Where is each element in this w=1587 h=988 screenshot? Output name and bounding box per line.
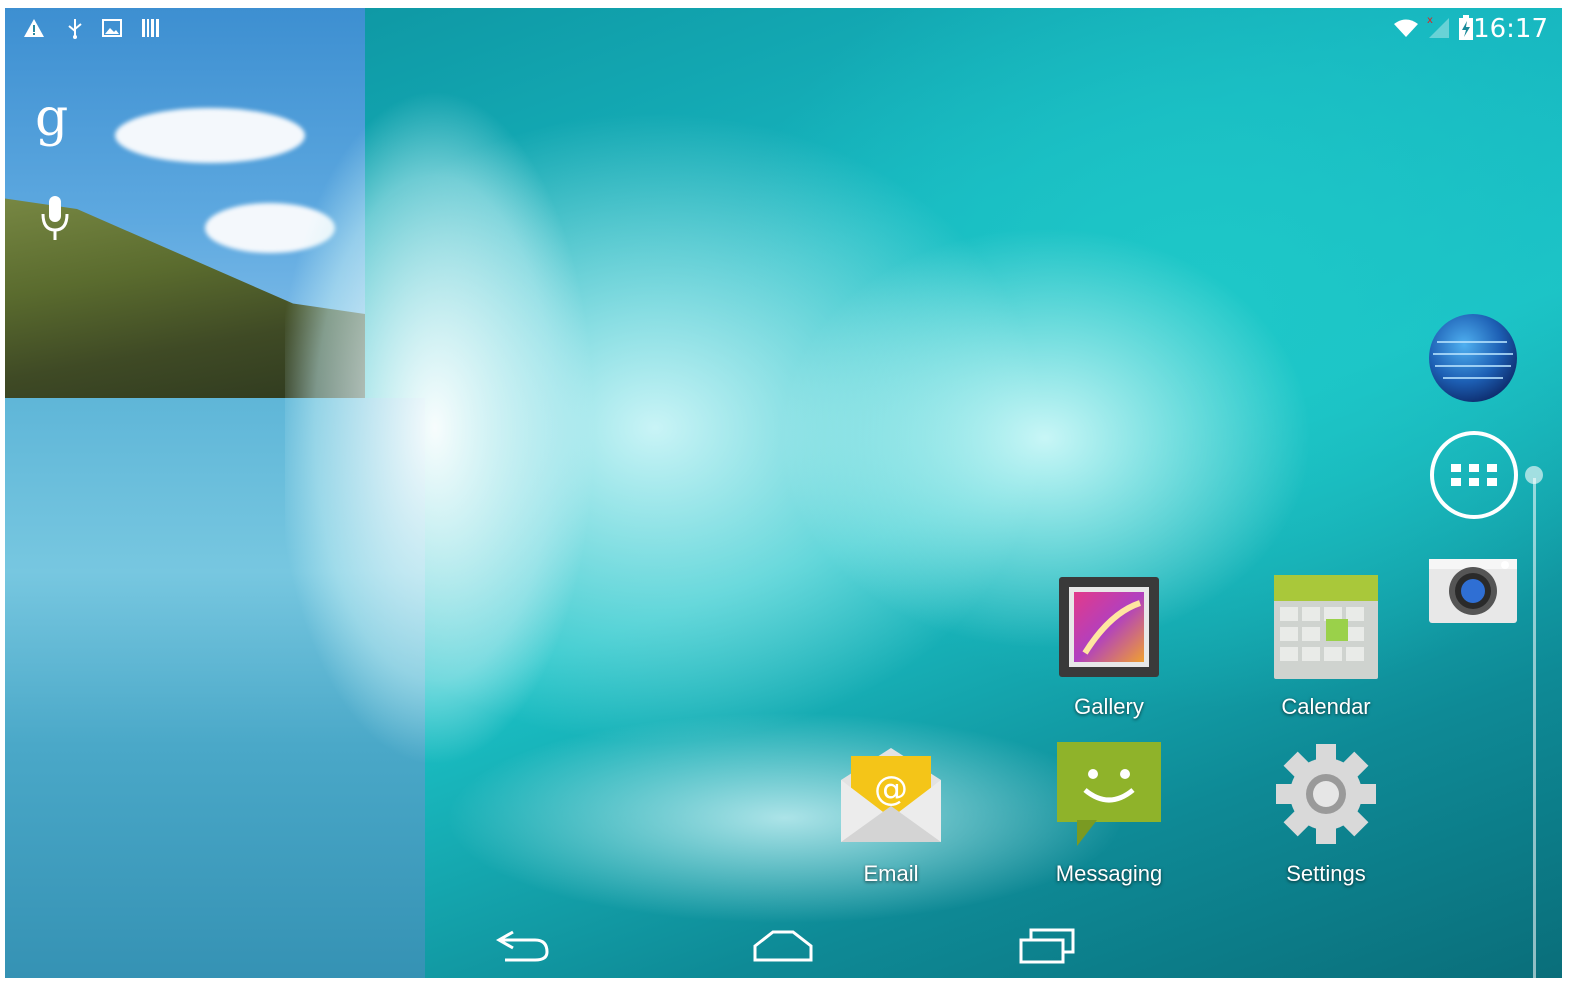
- google-search-button[interactable]: g: [35, 88, 68, 148]
- browser-globe-icon[interactable]: [1427, 312, 1519, 404]
- app-label-calendar: Calendar: [1281, 694, 1371, 719]
- app-label-messaging: Messaging: [1055, 861, 1163, 886]
- battery-charging-icon: [1459, 15, 1473, 40]
- email-icon: @: [841, 748, 941, 842]
- messaging-icon: [1057, 742, 1161, 846]
- home-screen: x 16:17 g Gallery Calendar @ Email Messa…: [5, 8, 1562, 978]
- app-label-email: Email: [863, 861, 919, 886]
- app-label-gallery: Gallery: [1074, 694, 1144, 719]
- status-clock: 16:17: [1473, 14, 1548, 44]
- app-gallery[interactable]: Gallery: [1044, 573, 1174, 720]
- gallery-icon: [1059, 577, 1159, 677]
- calendar-icon: [1274, 575, 1378, 679]
- page-indicator-thumb[interactable]: [1525, 466, 1543, 484]
- settings-icon: [1276, 744, 1376, 844]
- app-messaging[interactable]: Messaging: [1044, 740, 1174, 887]
- svg-text:x: x: [1427, 15, 1433, 26]
- all-apps-icon[interactable]: [1429, 430, 1519, 520]
- app-calendar[interactable]: Calendar: [1261, 573, 1391, 720]
- back-icon[interactable]: [491, 926, 551, 966]
- app-email[interactable]: @ Email: [826, 740, 956, 887]
- app-label-settings: Settings: [1286, 861, 1366, 886]
- mic-icon[interactable]: [37, 194, 73, 244]
- camera-icon[interactable]: [1427, 553, 1519, 625]
- warning-icon[interactable]: [23, 18, 45, 38]
- wifi-icon: [1394, 19, 1418, 37]
- home-icon[interactable]: [753, 926, 813, 966]
- usb-icon[interactable]: [65, 17, 85, 39]
- barcode-icon[interactable]: [141, 18, 161, 38]
- recents-icon[interactable]: [1017, 926, 1077, 966]
- app-settings[interactable]: Settings: [1261, 740, 1391, 887]
- page-indicator-track: [1533, 478, 1536, 978]
- image-notification-icon[interactable]: [102, 19, 122, 37]
- no-signal-icon: x: [1427, 15, 1449, 38]
- status-bar: x 16:17: [5, 8, 1562, 50]
- svg-text:@: @: [874, 769, 908, 809]
